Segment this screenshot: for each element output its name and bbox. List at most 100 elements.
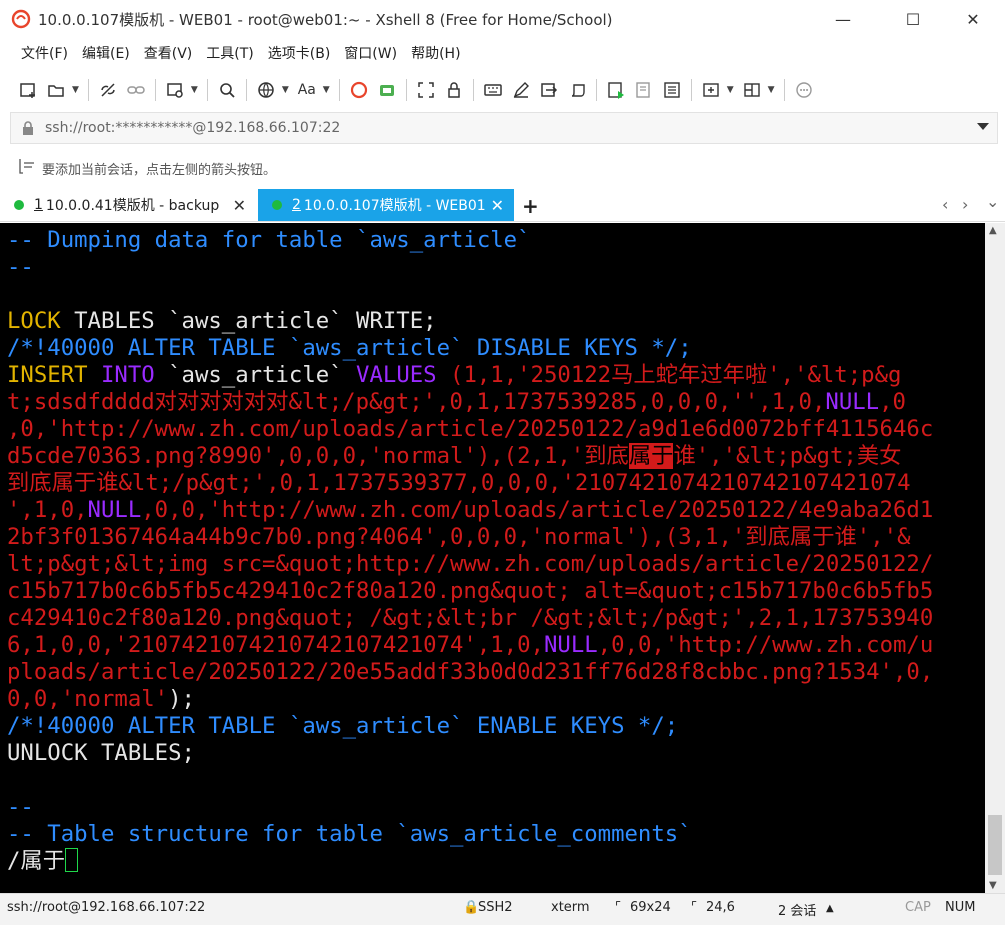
terminal-scrollbar[interactable]: ▲ ▼ [985, 223, 1005, 893]
menu-view[interactable]: 查看(V) [137, 41, 200, 67]
tab-prev-icon[interactable]: ‹ [942, 195, 948, 214]
terminal-screen[interactable]: -- Dumping data for table `aws_article` -… [0, 223, 985, 893]
terminal-line: -- [7, 254, 34, 281]
add-session-arrow-icon[interactable] [18, 157, 36, 179]
open-folder-icon[interactable] [44, 78, 68, 102]
status-caps: CAP [905, 900, 931, 915]
tab-close-icon[interactable]: ✕ [491, 196, 504, 215]
record-stop-icon[interactable] [632, 78, 656, 102]
keyboard-icon[interactable] [481, 78, 505, 102]
toolbar-separator [690, 79, 692, 101]
tab-bar: 1 10.0.0.41模版机 - backup ✕ 2 10.0.0.107模版… [0, 188, 1005, 222]
link-icon[interactable] [124, 78, 148, 102]
xftp-icon[interactable] [375, 78, 399, 102]
terminal-line: ',1,0,NULL,0,0,'http://www.zh.com/upload… [7, 497, 933, 524]
terminal-text: 2bf3f01367464a44b9c7b0.png?4064',0,0,0,'… [7, 524, 911, 550]
tab-close-icon[interactable]: ✕ [233, 196, 246, 215]
terminal-line: /属于 [7, 848, 79, 875]
globe-icon[interactable] [254, 78, 278, 102]
menu-file[interactable]: 文件(F) [14, 41, 75, 67]
terminal-line: /*!40000 ALTER TABLE `aws_article` ENABL… [7, 713, 678, 740]
compose-icon[interactable] [509, 78, 533, 102]
toolbar-separator [338, 79, 340, 101]
menu-tab[interactable]: 选项卡(B) [261, 41, 338, 67]
scroll-up-icon[interactable]: ▲ [989, 225, 997, 236]
new-tab-icon[interactable] [699, 78, 723, 102]
terminal-line: -- Dumping data for table `aws_article` [7, 227, 531, 254]
toolbar-separator [206, 79, 208, 101]
reconnect-icon[interactable] [163, 78, 187, 102]
record-start-icon[interactable] [604, 78, 628, 102]
terminal-line: 到底属于谁&lt;/p&gt;',0,1,1737539377,0,0,0,'2… [7, 470, 911, 497]
add-tab-button[interactable]: + [522, 194, 539, 218]
scroll-down-icon[interactable]: ▼ [989, 880, 997, 891]
chat-icon[interactable] [792, 78, 816, 102]
reconnect-dropdown-icon[interactable]: ▼ [191, 85, 198, 95]
ssh-lock-icon: 🔒 [463, 900, 480, 915]
tab-next-icon[interactable]: › [962, 195, 968, 214]
toolbar-separator [87, 79, 89, 101]
terminal-text: `aws_article` [154, 362, 357, 388]
menu-window[interactable]: 窗口(W) [337, 41, 404, 67]
size-icon: ⌜ [615, 900, 622, 915]
toolbar-separator [154, 79, 156, 101]
new-session-icon[interactable] [16, 78, 40, 102]
scroll-thumb[interactable] [988, 815, 1002, 875]
terminal-text: LOCK [7, 308, 61, 334]
terminal-line: t;sdsdfdddd对对对对对对&lt;/p&gt;',0,1,1737539… [7, 389, 906, 416]
status-connection: ssh://root@192.168.66.107:22 [7, 900, 206, 915]
address-bar[interactable]: ssh://root:***********@192.168.66.107:22 [10, 112, 998, 144]
font-button[interactable]: Aa [295, 78, 319, 102]
layout-icon[interactable] [740, 78, 764, 102]
terminal-text: ',1,0, [7, 497, 88, 523]
toolbar-separator [245, 79, 247, 101]
status-sessions[interactable]: 2 会话 [778, 900, 816, 919]
terminal-text: c15b717b0c6b5fb5c429410c2f80a120.png&quo… [7, 578, 934, 604]
tab-backup[interactable]: 1 10.0.0.41模版机 - backup ✕ [0, 189, 256, 221]
send-key-icon[interactable] [537, 78, 561, 102]
maximize-button[interactable]: ☐ [890, 0, 936, 38]
terminal-text: c429410c2f80a120.png&quot; /&gt;&lt;br /… [7, 605, 934, 631]
terminal-text: UNLOCK TABLES; [7, 740, 195, 766]
xshell-icon[interactable] [347, 78, 371, 102]
xshell-logo-icon [10, 8, 32, 30]
encoding-dropdown-icon[interactable]: ▼ [282, 85, 289, 95]
search-icon[interactable] [215, 78, 239, 102]
terminal-text: ,0,0,'http://www.zh.com/u [597, 632, 934, 658]
fullscreen-icon[interactable] [414, 78, 438, 102]
menu-edit[interactable]: 编辑(E) [75, 41, 137, 67]
terminal-text: VALUES [356, 362, 437, 388]
terminal-line: 2bf3f01367464a44b9c7b0.png?4064',0,0,0,'… [7, 524, 911, 551]
address-input[interactable]: ssh://root:***********@192.168.66.107:22 [45, 120, 340, 136]
tab-web01[interactable]: 2 10.0.0.107模版机 - WEB01 ✕ [258, 189, 514, 221]
sessions-up-icon[interactable]: ▲ [826, 903, 834, 914]
layout-dropdown-icon[interactable]: ▼ [768, 85, 775, 95]
tab-label: 10.0.0.41模版机 - backup [45, 198, 220, 214]
terminal-text: NULL [87, 497, 142, 523]
new-tab-dropdown-icon[interactable]: ▼ [727, 85, 734, 95]
font-dropdown-icon[interactable]: ▼ [323, 85, 330, 95]
open-dropdown-icon[interactable]: ▼ [72, 85, 79, 95]
terminal-text: d5cde70363.png?8990',0,0,0,'normal'),(2,… [7, 443, 629, 469]
toolbar-separator [405, 79, 407, 101]
close-window-button[interactable]: ✕ [950, 0, 996, 38]
address-dropdown-icon[interactable] [977, 123, 989, 130]
minimize-button[interactable]: — [820, 0, 866, 38]
status-bar: ssh://root@192.168.66.107:22 🔒 SSH2 xter… [0, 893, 1005, 925]
status-term: xterm [551, 900, 590, 915]
terminal-text: 谁','&lt;p&gt;美女 [673, 443, 902, 469]
toolbar-separator [595, 79, 597, 101]
terminal-text: /属于 [7, 848, 66, 874]
script-icon[interactable] [565, 78, 589, 102]
log-icon[interactable] [660, 78, 684, 102]
terminal-line: c429410c2f80a120.png&quot; /&gt;&lt;br /… [7, 605, 933, 632]
lock-icon[interactable] [442, 78, 466, 102]
disconnect-icon[interactable] [96, 78, 120, 102]
tab-menu-icon[interactable]: ⌄ [986, 192, 999, 211]
toolbar-separator [783, 79, 785, 101]
toolbar-separator [472, 79, 474, 101]
lock-icon [21, 120, 35, 136]
menu-help[interactable]: 帮助(H) [404, 41, 467, 67]
terminal-text: ); [168, 686, 195, 712]
menu-tools[interactable]: 工具(T) [199, 41, 260, 67]
